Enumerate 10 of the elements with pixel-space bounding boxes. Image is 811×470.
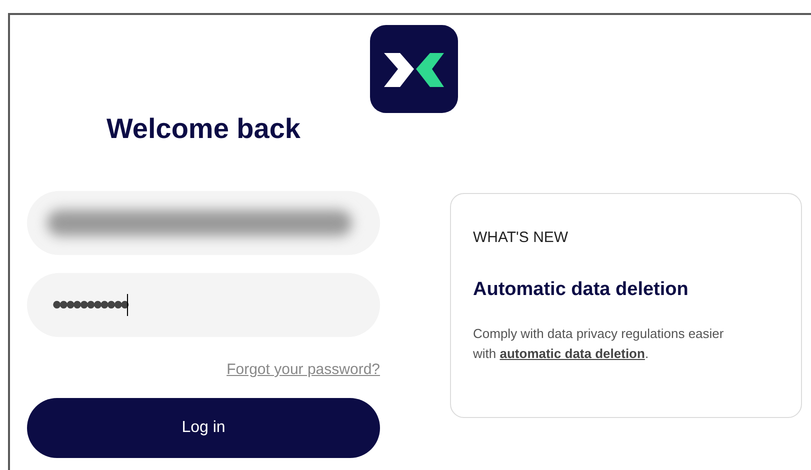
password-field[interactable]: ••••••••••• [27,273,380,337]
page-title: Welcome back [106,113,301,145]
card-label: WHAT'S NEW [473,228,570,248]
automatic-data-deletion-link[interactable]: automatic data deletion [500,346,645,361]
card-text: Comply with data privacy regulations easier with automatic data deletion. [473,325,725,363]
app-logo-icon [370,25,458,113]
login-button[interactable]: Log in [27,398,380,458]
forgot-password-link[interactable]: Forgot your password? [226,359,380,382]
password-value: ••••••••••• [52,288,127,322]
card-heading: Automatic data deletion [473,278,690,302]
